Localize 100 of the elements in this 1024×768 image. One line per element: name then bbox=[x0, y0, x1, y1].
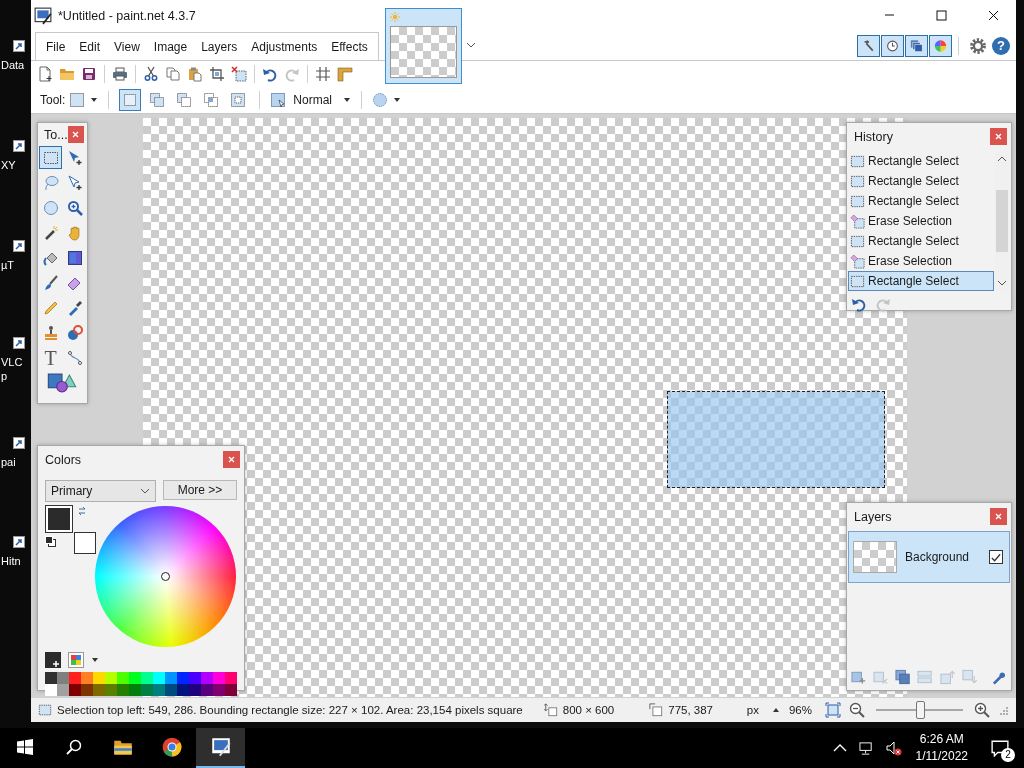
palette-swatch[interactable] bbox=[93, 672, 105, 684]
desktop-icon-label[interactable]: Hitn bbox=[1, 554, 21, 568]
layer-item[interactable]: Background bbox=[848, 531, 1010, 583]
secondary-color-swatch[interactable] bbox=[74, 532, 96, 554]
palette-swatch[interactable] bbox=[165, 672, 177, 684]
menu-item[interactable]: View bbox=[107, 39, 147, 54]
palette-swatch[interactable] bbox=[177, 672, 189, 684]
selection-mode-button[interactable] bbox=[119, 89, 142, 111]
history-item[interactable]: Rectangle Select bbox=[848, 151, 995, 171]
close-button[interactable] bbox=[67, 126, 84, 143]
zoom-in-icon[interactable] bbox=[974, 702, 990, 718]
desktop-icon-label[interactable]: µT bbox=[1, 258, 15, 272]
history-item[interactable]: Rectangle Select bbox=[848, 171, 995, 191]
stacked-squares-icon[interactable] bbox=[895, 669, 911, 685]
desktop-icon-label[interactable]: p bbox=[1, 369, 8, 383]
palette-swatch[interactable] bbox=[105, 672, 117, 684]
menu-item[interactable]: Effects bbox=[324, 39, 375, 54]
panel-toggle-button[interactable] bbox=[881, 35, 904, 57]
clipboard-icon[interactable] bbox=[187, 66, 203, 82]
shortcut-icon[interactable] bbox=[13, 240, 25, 252]
undo-arrow-icon[interactable] bbox=[851, 296, 867, 312]
crop-icon[interactable] bbox=[209, 66, 225, 82]
primary-color-swatch[interactable] bbox=[46, 506, 72, 532]
dotted-circle-icon[interactable] bbox=[372, 92, 389, 108]
panel-toggle-button[interactable] bbox=[905, 35, 928, 57]
palette-swatch[interactable] bbox=[213, 672, 225, 684]
default-colors-icon[interactable] bbox=[45, 536, 56, 547]
blend-mode-icon[interactable] bbox=[270, 92, 287, 108]
help-button[interactable]: ? bbox=[992, 37, 1010, 55]
palette-swatch[interactable] bbox=[141, 672, 153, 684]
palette-swatch[interactable] bbox=[45, 684, 57, 696]
palette-swatch[interactable] bbox=[189, 672, 201, 684]
palette-swatch[interactable] bbox=[129, 684, 141, 696]
desktop-icon-label[interactable]: VLC bbox=[1, 355, 23, 369]
palette-swatch[interactable] bbox=[189, 684, 201, 696]
tool-button[interactable]: T bbox=[39, 346, 62, 369]
units-dropdown[interactable]: px bbox=[746, 704, 759, 716]
palette-swatch[interactable] bbox=[117, 684, 129, 696]
more-button[interactable]: More >> bbox=[163, 480, 237, 500]
scrollbar-thumb[interactable] bbox=[996, 190, 1009, 252]
menu-item[interactable]: Layers bbox=[194, 39, 245, 54]
wrench-icon[interactable] bbox=[990, 669, 1006, 685]
caret-icon[interactable] bbox=[393, 96, 402, 104]
palette-icon[interactable] bbox=[68, 652, 84, 668]
new-file-icon[interactable] bbox=[37, 66, 53, 82]
folder-icon[interactable] bbox=[59, 66, 75, 82]
palette-swatch[interactable] bbox=[213, 684, 225, 696]
clock-time[interactable]: 6:26 AM bbox=[919, 731, 964, 748]
palette-swatch[interactable] bbox=[153, 672, 165, 684]
ruler-icon[interactable] bbox=[337, 66, 353, 82]
palette-swatch[interactable] bbox=[165, 684, 177, 696]
color-mode-dropdown[interactable]: Primary bbox=[45, 480, 156, 502]
palette-swatch[interactable] bbox=[153, 684, 165, 696]
scroll-up-icon[interactable] bbox=[997, 155, 1008, 163]
blend-mode-dropdown[interactable]: Normal bbox=[293, 93, 333, 107]
caret-icon[interactable] bbox=[90, 96, 99, 104]
copy-icon[interactable] bbox=[165, 66, 181, 82]
palette-swatch[interactable] bbox=[69, 672, 81, 684]
clock-date[interactable]: 1/11/2022 bbox=[915, 748, 968, 765]
swap-arrows-icon[interactable] bbox=[77, 506, 87, 516]
palette-swatch[interactable] bbox=[201, 672, 213, 684]
palette-swatch[interactable] bbox=[105, 684, 117, 696]
settings-icon[interactable] bbox=[969, 37, 987, 55]
taskbar-app-button[interactable] bbox=[196, 728, 245, 768]
caret-icon[interactable] bbox=[343, 96, 352, 104]
palette-swatch[interactable] bbox=[93, 684, 105, 696]
menu-item[interactable]: Adjustments bbox=[244, 39, 325, 54]
menu-item[interactable]: Image bbox=[146, 39, 195, 54]
printer-icon[interactable] bbox=[112, 66, 128, 82]
close-button[interactable] bbox=[990, 128, 1007, 145]
palette-swatch[interactable] bbox=[57, 684, 69, 696]
palette-swatch[interactable] bbox=[225, 672, 237, 684]
network-icon[interactable] bbox=[858, 740, 874, 756]
caret-up-icon[interactable] bbox=[771, 706, 780, 714]
history-item[interactable]: Erase Selection bbox=[848, 211, 995, 231]
palette-swatch[interactable] bbox=[69, 684, 81, 696]
palette-swatch[interactable] bbox=[57, 672, 69, 684]
caret-icon[interactable] bbox=[91, 656, 99, 664]
desktop-icon-label[interactable]: pai bbox=[1, 455, 16, 469]
shortcut-icon[interactable] bbox=[13, 40, 25, 52]
close-button[interactable] bbox=[990, 508, 1007, 525]
speaker-muted-icon[interactable] bbox=[885, 740, 902, 756]
menu-item[interactable]: File bbox=[39, 39, 73, 54]
palette-swatch[interactable] bbox=[117, 672, 129, 684]
deselect-icon[interactable] bbox=[231, 66, 247, 82]
zoom-level[interactable]: 96% bbox=[788, 704, 812, 716]
palette-swatch[interactable] bbox=[177, 684, 189, 696]
image-thumbnail[interactable] bbox=[385, 8, 462, 84]
palette-swatch[interactable] bbox=[225, 684, 237, 696]
shortcut-icon[interactable] bbox=[13, 437, 25, 449]
history-item[interactable]: Rectangle Select bbox=[848, 271, 995, 291]
palette-swatch[interactable] bbox=[45, 672, 57, 684]
palette-swatch[interactable] bbox=[201, 684, 213, 696]
redo-arrow-icon[interactable] bbox=[875, 296, 891, 312]
layer-visibility-checkbox[interactable] bbox=[989, 550, 1003, 564]
panel-toggle-button[interactable] bbox=[929, 35, 952, 57]
history-item[interactable]: Rectangle Select bbox=[848, 231, 995, 251]
undo-arrow-icon[interactable] bbox=[262, 66, 278, 82]
shortcut-icon[interactable] bbox=[13, 337, 25, 349]
chevron-up-icon[interactable] bbox=[832, 743, 847, 753]
